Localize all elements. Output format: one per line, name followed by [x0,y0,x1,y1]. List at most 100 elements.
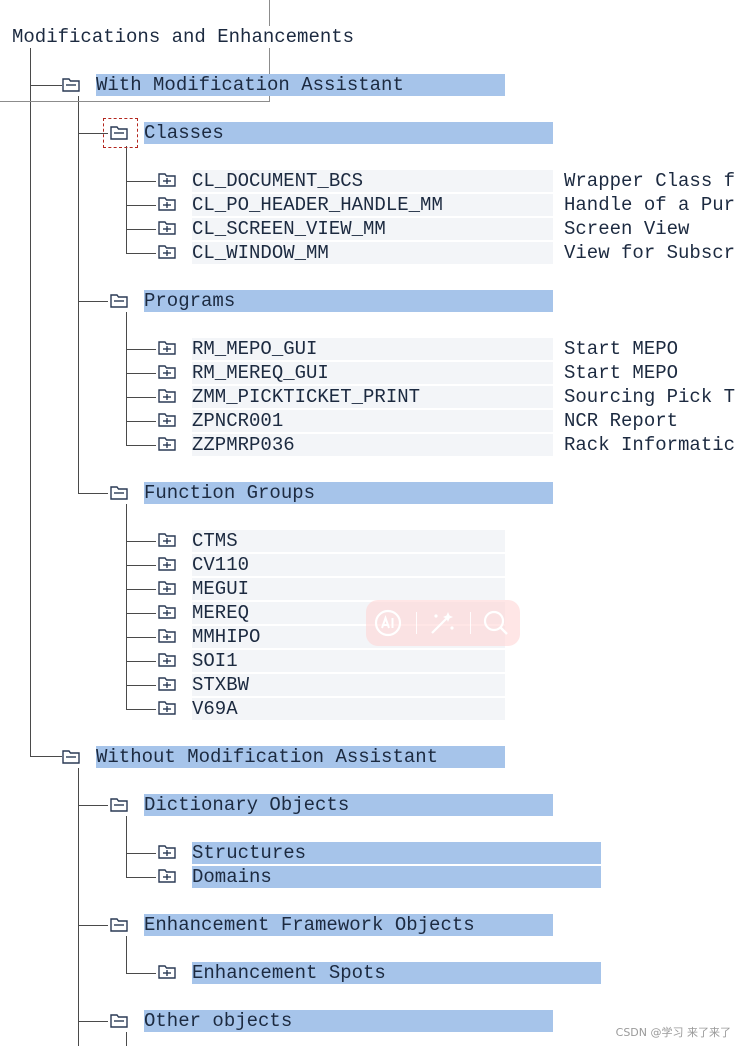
object-icon[interactable] [158,196,176,212]
object-icon[interactable] [158,220,176,236]
object-icon[interactable] [158,388,176,404]
item-name: CL_PO_HEADER_HANDLE_MM [192,194,443,216]
list-item[interactable]: CV110 [192,554,505,576]
tree-line [126,589,156,590]
node-label: Dictionary Objects [144,794,350,816]
item-description: Start MEPO [564,338,679,360]
tree-line [126,229,156,230]
object-icon[interactable] [158,844,176,860]
item-description: NCR Report [564,410,679,432]
node-without-modification-assistant[interactable]: Without Modification Assistant [96,746,505,768]
list-item[interactable]: RM_MEREQ_GUI [192,362,553,384]
object-icon[interactable] [158,868,176,884]
object-icon[interactable] [158,652,176,668]
tree-line [126,853,156,854]
list-item[interactable]: RM_MEPO_GUI [192,338,553,360]
object-icon[interactable] [158,340,176,356]
item-name: STXBW [192,674,250,696]
object-icon[interactable] [158,628,176,644]
object-icon[interactable] [158,532,176,548]
tree-line [126,685,156,686]
item-description: Rack Informatic [564,434,736,456]
search-icon[interactable] [480,608,512,638]
ai-floating-toolbar [366,600,520,646]
object-icon[interactable] [158,172,176,188]
item-name: CL_WINDOW_MM [192,242,329,264]
watermark: CSDN @学习 来了来了 [615,1026,731,1039]
list-item[interactable]: CL_WINDOW_MM [192,242,553,264]
list-item[interactable]: ZPNCR001 [192,410,553,432]
node-structures[interactable]: Structures [192,842,601,864]
folder-icon[interactable] [110,796,128,812]
folder-icon[interactable] [62,748,80,764]
tree-line [30,48,31,757]
list-item[interactable]: STXBW [192,674,505,696]
tree-line [126,445,156,446]
tree-line [126,146,127,253]
object-icon[interactable] [158,580,176,596]
tree-line [126,504,127,709]
item-description: Wrapper Class f [564,170,736,192]
node-domains[interactable]: Domains [192,866,601,888]
node-label: Structures [192,842,307,864]
object-icon[interactable] [158,436,176,452]
folder-icon[interactable] [110,124,128,140]
node-label: Enhancement Framework Objects [144,914,475,936]
object-icon[interactable] [158,412,176,428]
list-item[interactable]: SOI1 [192,650,505,672]
toolbar-separator [416,612,417,634]
tree-line [126,565,156,566]
folder-icon[interactable] [110,292,128,308]
node-programs[interactable]: Programs [144,290,553,312]
tree-line [78,493,108,494]
node-dictionary-objects[interactable]: Dictionary Objects [144,794,553,816]
object-icon[interactable] [158,964,176,980]
object-icon[interactable] [158,556,176,572]
object-icon[interactable] [158,676,176,692]
item-name: CL_DOCUMENT_BCS [192,170,364,192]
node-enhancement-spots[interactable]: Enhancement Spots [192,962,601,984]
tree-line [78,301,108,302]
item-name: ZPNCR001 [192,410,284,432]
list-item[interactable]: ZZPMRP036 [192,434,553,456]
node-other-objects[interactable]: Other objects [144,1010,553,1032]
folder-icon[interactable] [110,484,128,500]
item-name: RM_MEREQ_GUI [192,362,329,384]
node-with-modification-assistant[interactable]: With Modification Assistant [96,74,505,96]
list-item[interactable]: MEGUI [192,578,505,600]
tree-line [126,541,156,542]
tree-line [126,373,156,374]
node-classes[interactable]: Classes [144,122,553,144]
list-item[interactable]: CTMS [192,530,505,552]
item-name: RM_MEPO_GUI [192,338,318,360]
hierarchy-tree: Modifications and Enhancements With Modi… [0,0,741,1046]
list-item[interactable]: CL_PO_HEADER_HANDLE_MM [192,194,553,216]
object-icon[interactable] [158,604,176,620]
tree-line [78,96,79,493]
node-label: Other objects [144,1010,293,1032]
list-item[interactable]: ZMM_PICKTICKET_PRINT [192,386,553,408]
list-item[interactable]: CL_SCREEN_VIEW_MM [192,218,553,240]
object-icon[interactable] [158,700,176,716]
list-item[interactable]: V69A [192,698,505,720]
folder-icon[interactable] [110,916,128,932]
folder-icon[interactable] [110,1012,128,1028]
tree-line [78,925,108,926]
node-label: Without Modification Assistant [96,746,439,768]
node-enhancement-framework-objects[interactable]: Enhancement Framework Objects [144,914,553,936]
item-description: View for Subscr [564,242,736,264]
ai-icon[interactable] [372,608,404,638]
object-icon[interactable] [158,244,176,260]
item-name: MMHIPO [192,626,261,648]
object-icon[interactable] [158,364,176,380]
node-function-groups[interactable]: Function Groups [144,482,553,504]
item-description: Start MEPO [564,362,679,384]
magic-wand-icon[interactable] [426,608,458,638]
node-label: With Modification Assistant [96,74,404,96]
tree-line [126,661,156,662]
root-node-label[interactable]: Modifications and Enhancements [12,26,420,48]
node-label: Function Groups [144,482,316,504]
folder-icon[interactable] [62,76,80,92]
tree-line [126,312,127,445]
list-item[interactable]: CL_DOCUMENT_BCS [192,170,553,192]
